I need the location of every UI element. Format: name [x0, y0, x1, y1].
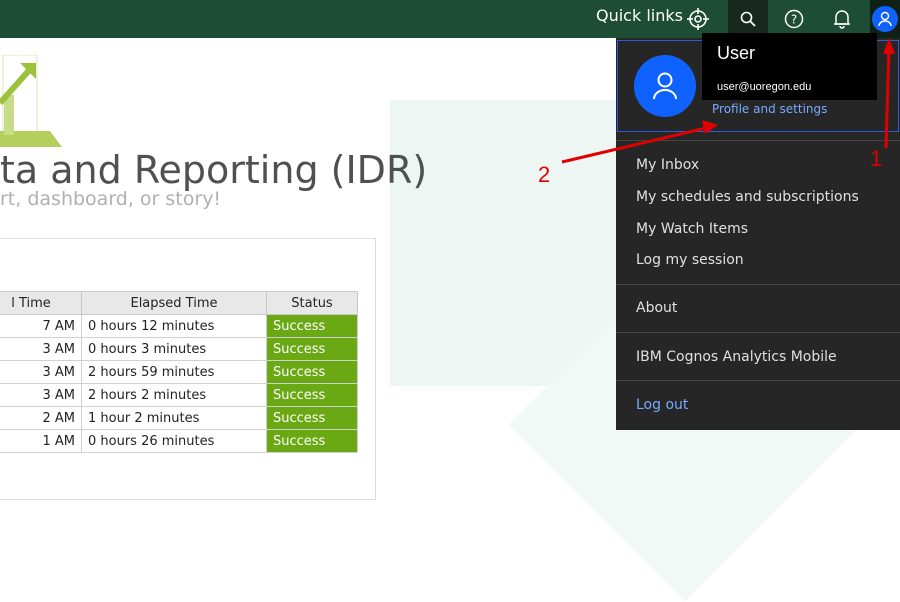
annotation-arrow-2	[561, 126, 707, 164]
annotation-number-1: 1	[870, 146, 883, 171]
annotation-number-2: 2	[538, 162, 551, 187]
annotation-arrows	[561, 38, 895, 164]
annotation-arrow-1	[884, 47, 891, 149]
